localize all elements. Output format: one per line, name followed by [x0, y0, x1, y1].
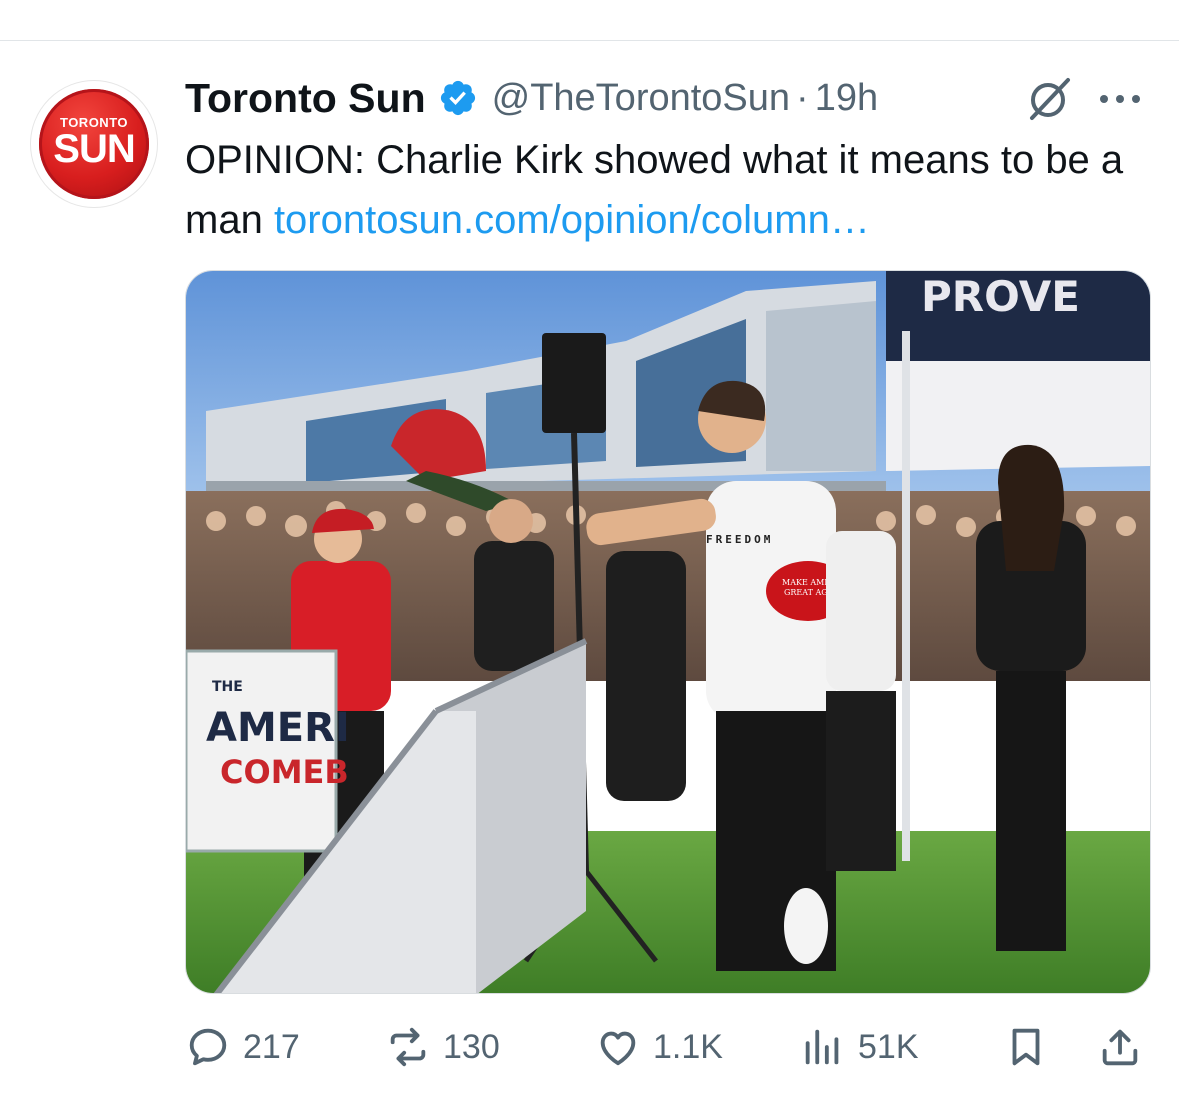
- author-handle[interactable]: @TheTorontoSun: [492, 77, 790, 120]
- more-icon[interactable]: [1100, 84, 1150, 114]
- avatar[interactable]: TORONTO SUN: [30, 80, 158, 208]
- tweet-link[interactable]: torontosun.com/opinion/column…: [274, 198, 870, 242]
- share-button[interactable]: [1097, 1018, 1143, 1076]
- views-button[interactable]: 51K: [800, 1018, 919, 1076]
- like-count: 1.1K: [653, 1027, 723, 1066]
- repost-button[interactable]: 130: [385, 1018, 500, 1076]
- share-icon: [1102, 1029, 1138, 1066]
- more-dot: [1132, 95, 1140, 103]
- fence-banner-text-1: THE: [212, 679, 243, 695]
- tweet-header: Toronto Sun @TheTorontoSun · 19h: [185, 72, 878, 124]
- reply-button[interactable]: 217: [185, 1018, 300, 1076]
- action-bar: 217 130 1.1K 51K: [185, 1018, 1155, 1076]
- more-dot: [1116, 95, 1124, 103]
- bookmark-button[interactable]: [1003, 1018, 1049, 1076]
- repost-icon: [390, 1027, 426, 1067]
- post-time[interactable]: 19h: [815, 77, 878, 120]
- top-divider: [0, 40, 1179, 41]
- reply-count: 217: [243, 1027, 300, 1066]
- like-button[interactable]: 1.1K: [595, 1018, 723, 1076]
- fence-banner-text-2: AMERI: [206, 705, 350, 751]
- separator-dot: ·: [796, 76, 809, 119]
- tweet-text: OPINION: Charlie Kirk showed what it mea…: [185, 130, 1160, 250]
- shirt-text: FREEDOM: [706, 533, 773, 546]
- verified-badge-icon[interactable]: [438, 78, 478, 118]
- fence-banner-text-3: COMEB: [220, 753, 349, 791]
- views-count: 51K: [858, 1027, 919, 1066]
- analytics-icon: [805, 1029, 839, 1065]
- tent-banner-text: PROVE: [921, 272, 1080, 321]
- toronto-sun-logo: TORONTO SUN: [39, 89, 149, 199]
- heart-icon: [600, 1031, 636, 1066]
- photo-illustration: PROVE FREEDOM MAKE AMERICA GREAT AGAIN T…: [186, 271, 1150, 993]
- repost-count: 130: [443, 1027, 500, 1066]
- author-name[interactable]: Toronto Sun: [185, 75, 426, 122]
- grok-icon[interactable]: [1024, 76, 1074, 122]
- reply-icon: [189, 1028, 227, 1066]
- more-dot: [1100, 95, 1108, 103]
- logo-main-text: SUN: [53, 127, 135, 171]
- bookmark-icon: [1012, 1028, 1040, 1066]
- tweet-photo[interactable]: PROVE FREEDOM MAKE AMERICA GREAT AGAIN T…: [185, 270, 1151, 994]
